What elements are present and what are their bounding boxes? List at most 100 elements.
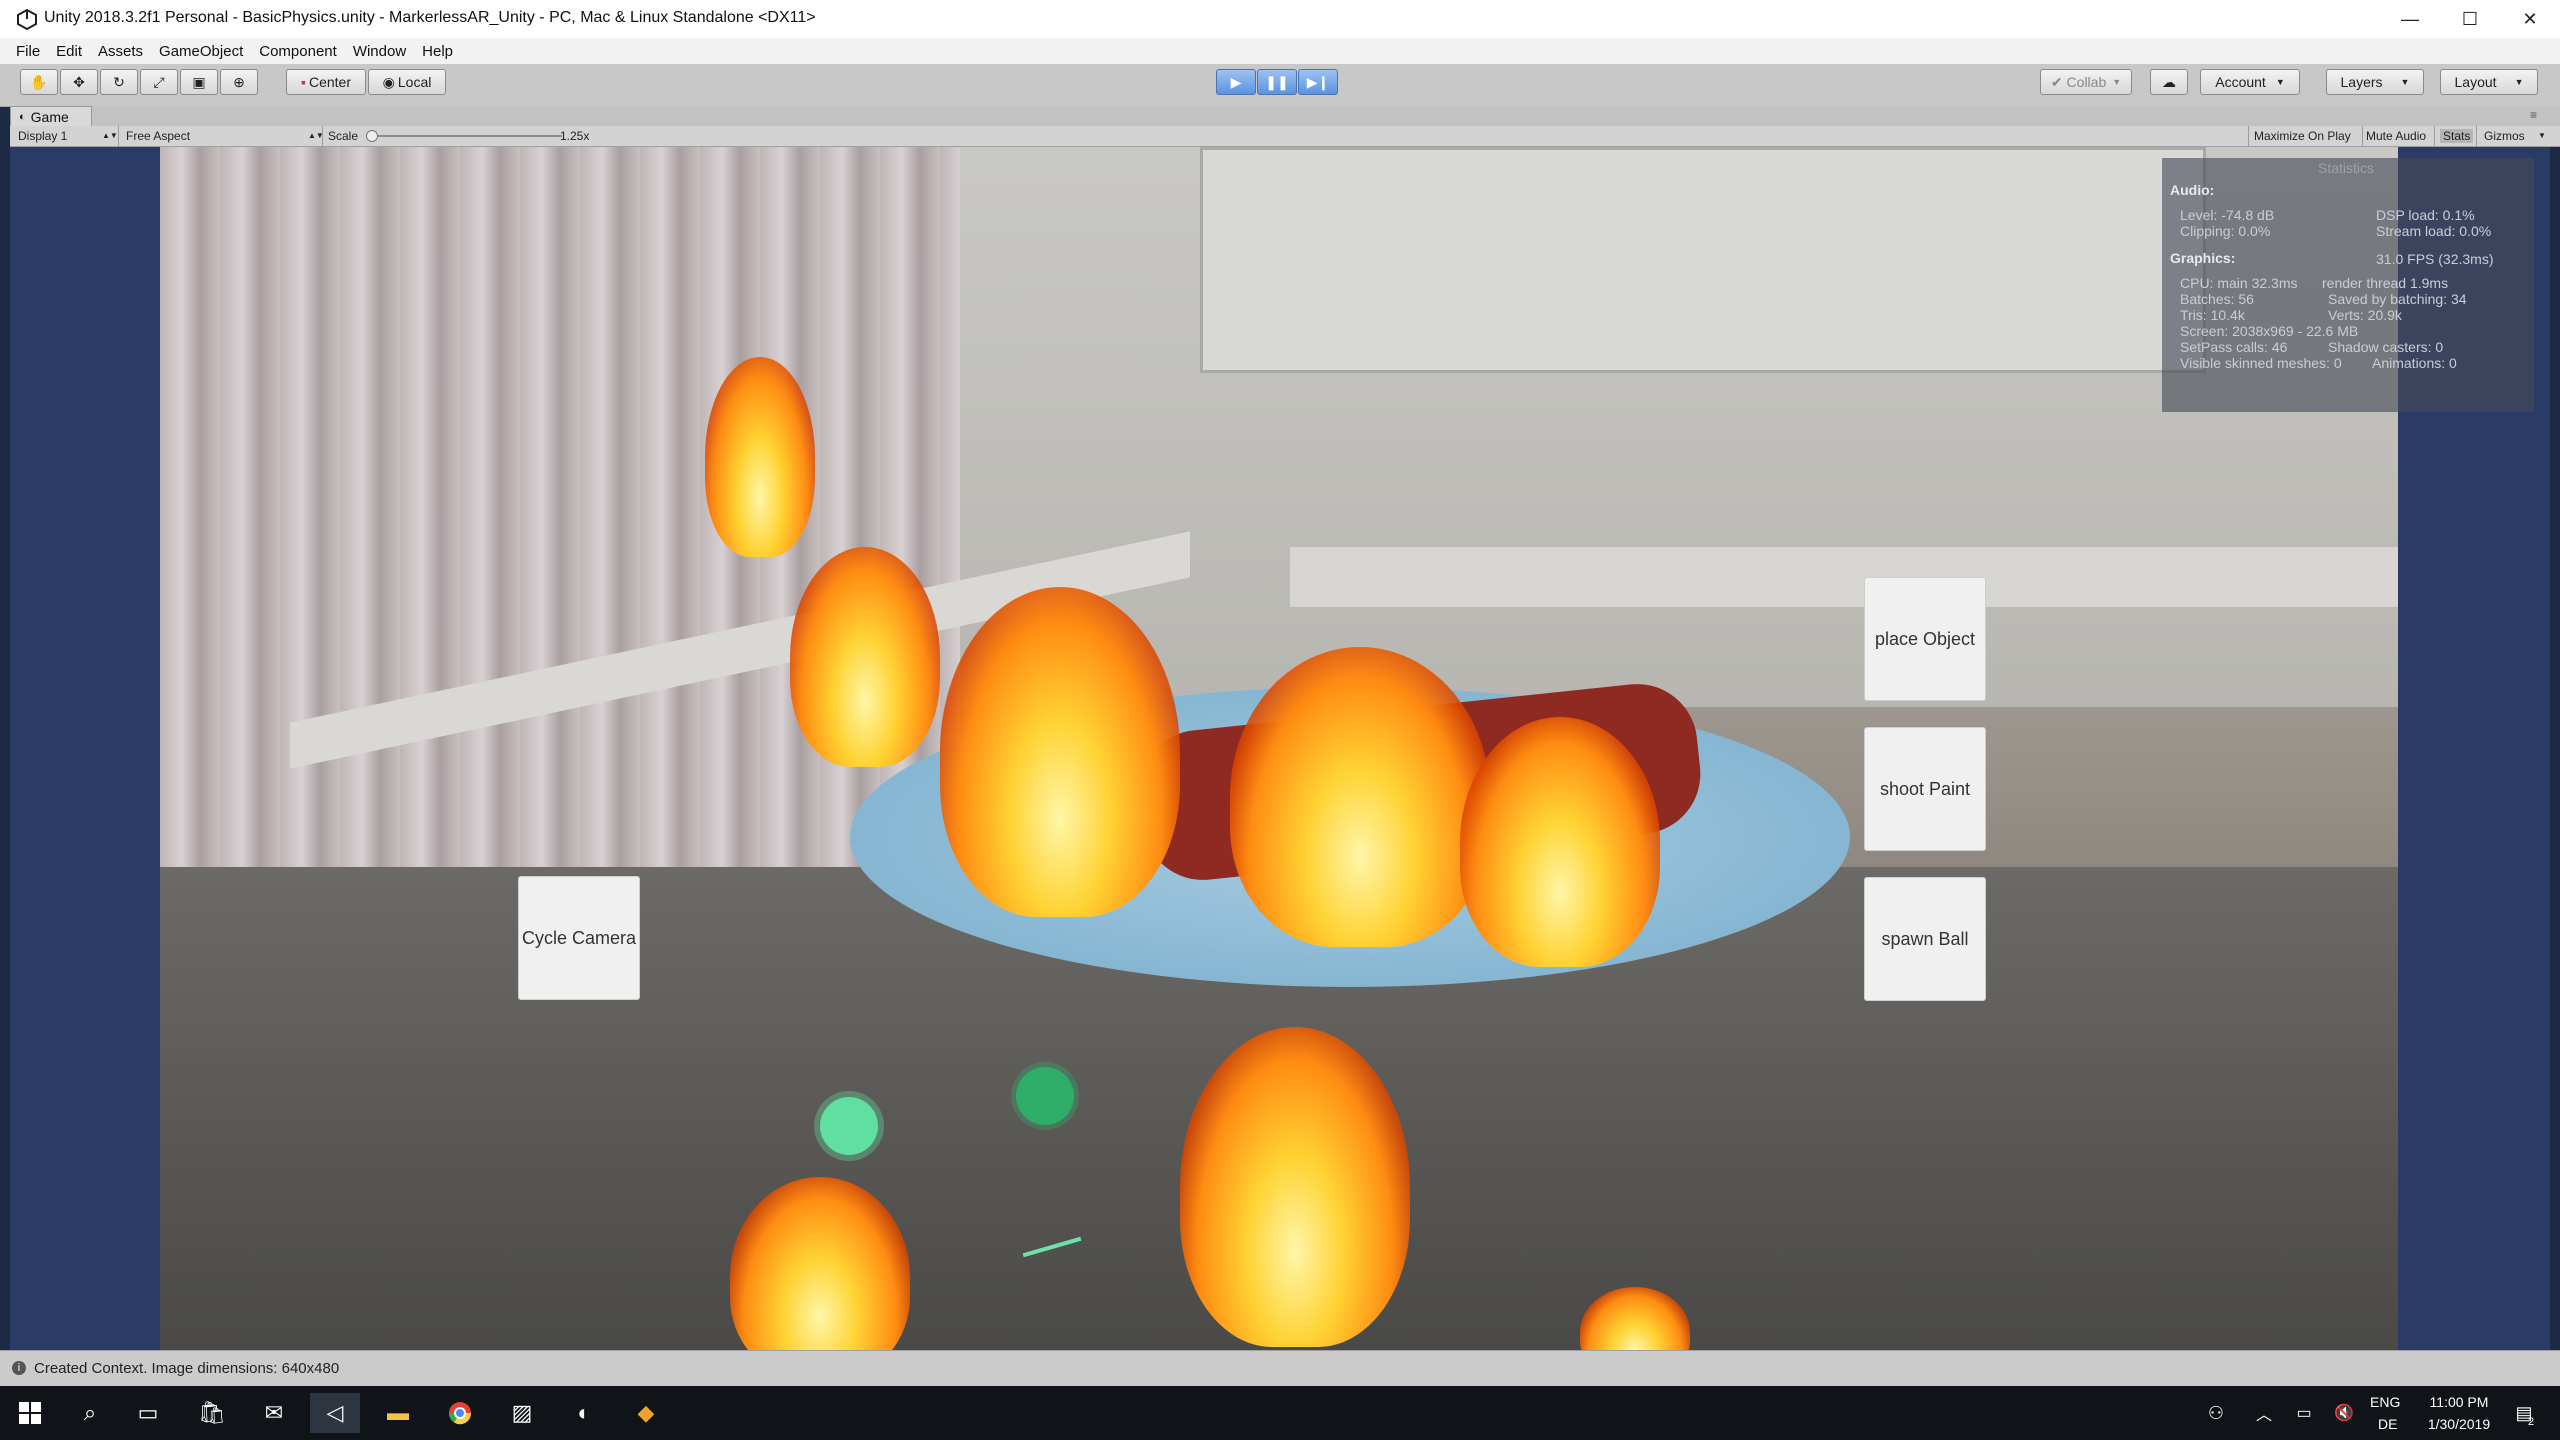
account-dropdown[interactable]: Account ▼	[2200, 69, 2300, 95]
menu-file[interactable]: File	[16, 43, 40, 60]
mute-audio-toggle[interactable]: Mute Audio	[2366, 129, 2426, 143]
place-object-button[interactable]: place Object	[1864, 577, 1986, 701]
layers-chevron-icon: ▼	[2400, 77, 2410, 87]
unity-taskbar-icon[interactable]: ◁	[310, 1393, 360, 1433]
fire-effect	[705, 357, 815, 557]
tab-game[interactable]: ◐ Game	[10, 106, 92, 126]
collab-dropdown[interactable]: ✔ Collab ▼	[2040, 69, 2132, 95]
pause-button[interactable]: ❚❚	[1257, 69, 1297, 95]
cpu-main: CPU: main 32.3ms	[2180, 275, 2298, 291]
minimize-button[interactable]: —	[2380, 0, 2440, 38]
maximize-on-play-toggle[interactable]: Maximize On Play	[2254, 129, 2351, 143]
maximize-button[interactable]: ☐	[2440, 0, 2500, 38]
move-tool-icon[interactable]: ✥	[60, 69, 98, 95]
audio-level: Level: -74.8 dB	[2180, 207, 2275, 223]
statistics-panel: Statistics Audio: Level: -74.8 dB Clippi…	[2162, 158, 2534, 412]
menu-window[interactable]: Window	[353, 43, 406, 60]
window-title: Unity 2018.3.2f1 Personal - BasicPhysics…	[44, 9, 816, 26]
scale-tool-icon[interactable]: ⤢	[140, 69, 178, 95]
photos-icon[interactable]: ▨	[502, 1393, 542, 1433]
wall-cable-duct-right	[1290, 547, 2398, 607]
display-dropdown[interactable]: Display 1	[18, 129, 67, 143]
gizmos-chevron-icon: ▼	[2538, 131, 2546, 140]
collab-check-icon: ✔	[2050, 73, 2063, 90]
play-icon: ▶	[1230, 73, 1242, 90]
pause-icon: ❚❚	[1265, 73, 1289, 90]
task-view-icon[interactable]: ▭	[128, 1393, 168, 1433]
people-icon[interactable]: ⚇	[2196, 1393, 2236, 1433]
game-tab-row: ◐ Game ≡	[10, 106, 2560, 126]
account-chevron-icon: ▼	[2275, 77, 2285, 87]
animations: Animations: 0	[2372, 355, 2457, 371]
batches: Batches: 56	[2180, 291, 2254, 307]
scale-slider-handle[interactable]	[366, 130, 378, 142]
cycle-camera-button[interactable]: Cycle Camera	[518, 876, 640, 1000]
menu-component[interactable]: Component	[259, 43, 337, 60]
language-top[interactable]: ENG	[2370, 1394, 2400, 1410]
stats-toggle[interactable]: Stats	[2440, 129, 2474, 143]
menu-assets[interactable]: Assets	[98, 43, 143, 60]
hand-tool-icon[interactable]: ✋	[20, 69, 58, 95]
pivot-local-button[interactable]: ◉ Local	[368, 69, 446, 95]
pivot-local-label: Local	[397, 74, 432, 90]
play-button[interactable]: ▶	[1216, 69, 1256, 95]
aspect-dropdown[interactable]: Free Aspect	[126, 129, 190, 143]
menu-edit[interactable]: Edit	[56, 43, 82, 60]
close-button[interactable]: ✕	[2500, 0, 2560, 38]
gizmos-dropdown[interactable]: Gizmos	[2484, 129, 2525, 143]
spawn-ball-button[interactable]: spawn Ball	[1864, 877, 1986, 1001]
language-bottom[interactable]: DE	[2378, 1416, 2397, 1432]
visible-skinned-meshes: Visible skinned meshes: 0	[2180, 355, 2342, 371]
volume-muted-icon[interactable]: 🔇	[2324, 1393, 2364, 1433]
scale-slider-track[interactable]	[366, 135, 562, 137]
setpass-calls: SetPass calls: 46	[2180, 339, 2288, 355]
unity-logo-icon	[17, 8, 37, 30]
shoot-paint-button[interactable]: shoot Paint	[1864, 727, 1986, 851]
transform-tool-icon[interactable]: ⊕	[220, 69, 258, 95]
windows-start-icon[interactable]	[10, 1393, 50, 1433]
game-tab-icon: ◐	[19, 110, 26, 123]
action-center-icon[interactable]: ▤	[2504, 1393, 2544, 1433]
search-icon[interactable]: ⌕	[70, 1393, 110, 1433]
pivot-center-icon: ▪	[301, 74, 306, 90]
display-chevron-icon: ▲▼	[102, 131, 118, 140]
step-icon: ▶❙	[1306, 73, 1330, 90]
game-view-toolbar: Display 1 ▲▼ Free Aspect ▲▼ Scale 1.25x …	[10, 126, 2560, 147]
fire-effect	[790, 547, 940, 767]
layers-dropdown[interactable]: Layers ▼	[2326, 69, 2424, 95]
fire-effect	[1460, 717, 1660, 967]
cloud-button[interactable]: ☁	[2150, 69, 2188, 95]
file-explorer-icon[interactable]: ▬	[378, 1393, 418, 1433]
saved-by-batching: Saved by batching: 34	[2328, 291, 2467, 307]
fire-effect	[1230, 647, 1490, 947]
step-button[interactable]: ▶❙	[1298, 69, 1338, 95]
pivot-local-icon: ◉	[382, 73, 395, 90]
tab-menu-icon[interactable]: ≡	[2530, 108, 2537, 122]
network-icon[interactable]: ▭	[2284, 1393, 2324, 1433]
show-hidden-icons-icon[interactable]: ︿	[2244, 1393, 2284, 1433]
status-bar[interactable]: i Created Context. Image dimensions: 640…	[0, 1350, 2560, 1387]
game-view-camera-feed[interactable]	[160, 147, 2398, 1350]
notification-count: 2	[2528, 1416, 2535, 1428]
store-icon[interactable]: 🛍	[192, 1393, 232, 1433]
mail-icon[interactable]: ✉	[254, 1393, 294, 1433]
fire-effect	[1180, 1027, 1410, 1347]
app-icon[interactable]: ◆	[626, 1393, 666, 1433]
clock-date[interactable]: 1/30/2019	[2416, 1416, 2502, 1432]
rotate-tool-icon[interactable]: ↻	[100, 69, 138, 95]
console-message[interactable]: Created Context. Image dimensions: 640x4…	[34, 1360, 339, 1377]
statistics-title: Statistics	[2318, 160, 2375, 176]
menu-help[interactable]: Help	[422, 43, 453, 60]
pivot-center-button[interactable]: ▪ Center	[286, 69, 366, 95]
chrome-icon[interactable]	[440, 1393, 480, 1433]
layout-dropdown[interactable]: Layout ▼	[2440, 69, 2538, 95]
menu-gameobject[interactable]: GameObject	[159, 43, 243, 60]
rect-tool-icon[interactable]: ▣	[180, 69, 218, 95]
info-icon: i	[12, 1361, 26, 1375]
collab-chevron-icon: ▼	[2112, 77, 2122, 87]
browser-icon[interactable]: ◐	[564, 1393, 604, 1433]
menu-bar: File Edit Assets GameObject Component Wi…	[0, 38, 2560, 64]
tris: Tris: 10.4k	[2180, 307, 2245, 323]
layout-chevron-icon: ▼	[2514, 77, 2524, 87]
clock-time[interactable]: 11:00 PM	[2424, 1394, 2494, 1410]
